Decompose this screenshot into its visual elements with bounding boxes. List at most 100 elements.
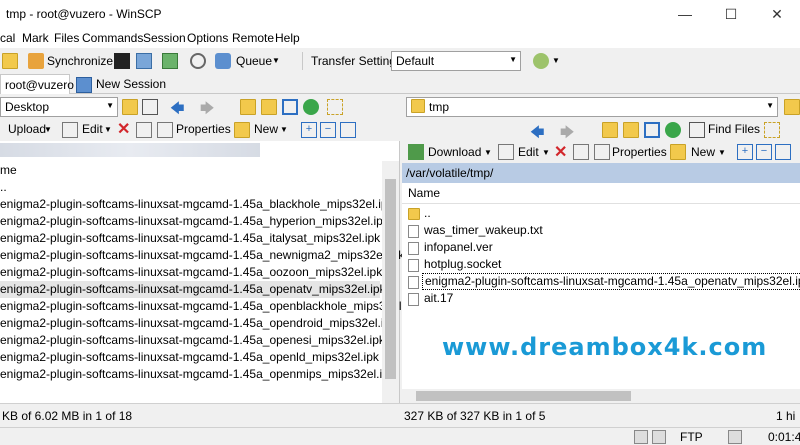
filter-icon[interactable] — [142, 99, 158, 115]
select-filter-icon[interactable] — [775, 144, 791, 160]
download-icon[interactable] — [408, 144, 424, 160]
left-scrollbar[interactable] — [382, 161, 399, 403]
open-folder-icon[interactable] — [122, 99, 138, 115]
properties-button[interactable]: Properties — [176, 122, 231, 136]
tab-session[interactable]: root@vuzero — [0, 74, 74, 94]
find-files-button[interactable]: Find Files — [708, 122, 760, 136]
download-button[interactable]: Download — [428, 145, 481, 159]
list-item-focused[interactable]: enigma2-plugin-softcams-linuxsat-mgcamd-… — [422, 273, 800, 290]
properties-icon[interactable] — [157, 122, 173, 138]
menu-session[interactable]: Session — [143, 31, 186, 45]
list-item[interactable]: ait.17 — [424, 290, 453, 307]
tab-new-session[interactable]: New Session — [96, 77, 166, 91]
left-column-header[interactable]: me — [0, 162, 380, 179]
menu-help[interactable]: Help — [275, 31, 300, 45]
rename-icon[interactable] — [136, 122, 152, 138]
maximize-icon[interactable]: ☐ — [708, 0, 754, 28]
edit-dropdown-icon[interactable]: ▼ — [104, 125, 112, 134]
list-item-selected[interactable]: enigma2-plugin-softcams-linuxsat-mgcamd-… — [0, 281, 386, 298]
list-item[interactable]: hotplug.socket — [424, 256, 501, 273]
console-icon[interactable] — [114, 53, 130, 69]
menu-options[interactable]: Options — [187, 31, 228, 45]
delete-icon[interactable]: ✕ — [554, 142, 567, 162]
tree-icon[interactable] — [327, 99, 343, 115]
edit-icon[interactable] — [498, 144, 514, 160]
find-icon[interactable] — [689, 122, 705, 138]
home-icon[interactable] — [282, 99, 298, 115]
synchronize-button[interactable]: Synchronize — [47, 54, 113, 68]
compare-icon[interactable] — [162, 53, 178, 69]
queue-dropdown-icon[interactable]: ▼ — [272, 56, 280, 65]
open-folder-icon[interactable] — [784, 99, 800, 115]
folder-icon[interactable] — [2, 53, 18, 69]
rename-icon[interactable] — [573, 144, 589, 160]
download-dropdown-icon[interactable]: ▼ — [484, 148, 492, 157]
list-item[interactable]: enigma2-plugin-softcams-linuxsat-mgcamd-… — [0, 298, 420, 315]
queue-button[interactable]: Queue — [236, 54, 272, 68]
new-dropdown-icon[interactable]: ▼ — [718, 148, 726, 157]
plus-icon[interactable]: + — [737, 144, 753, 160]
menu-commands[interactable]: Commands — [82, 31, 143, 45]
edit-dropdown-icon[interactable]: ▼ — [542, 148, 550, 157]
list-item[interactable]: enigma2-plugin-softcams-linuxsat-mgcamd-… — [0, 366, 395, 383]
right-column-header[interactable]: Name — [408, 185, 440, 202]
list-item[interactable]: .. — [424, 205, 431, 222]
putty-icon[interactable] — [136, 53, 152, 69]
edit-icon[interactable] — [62, 122, 78, 138]
new-session-icon[interactable] — [76, 77, 92, 93]
edit-button[interactable]: Edit — [82, 122, 103, 136]
upload-button[interactable]: Upload — [8, 122, 46, 136]
select-filter-icon[interactable] — [340, 122, 356, 138]
root-folder-icon[interactable] — [623, 122, 639, 138]
root-folder-icon[interactable] — [261, 99, 277, 115]
menu-files[interactable]: Files — [54, 31, 79, 45]
left-path-select[interactable]: Desktop ▼ — [0, 97, 118, 117]
new-folder-icon[interactable] — [670, 144, 686, 160]
minus-icon[interactable]: − — [756, 144, 772, 160]
queue-icon[interactable] — [215, 53, 231, 69]
new-folder-icon[interactable] — [234, 122, 250, 138]
sync-icon[interactable] — [28, 53, 44, 69]
close-icon[interactable]: ✕ — [754, 0, 800, 28]
list-item[interactable]: enigma2-plugin-softcams-linuxsat-mgcamd-… — [0, 315, 396, 332]
globe-dropdown-icon[interactable]: ▼ — [552, 56, 560, 65]
edit-button[interactable]: Edit — [518, 145, 539, 159]
delete-icon[interactable]: ✕ — [117, 119, 130, 139]
plus-icon[interactable]: + — [301, 122, 317, 138]
minimize-icon[interactable]: — — [662, 0, 708, 28]
list-item[interactable]: enigma2-plugin-softcams-linuxsat-mgcamd-… — [0, 264, 382, 281]
list-item[interactable]: enigma2-plugin-softcams-linuxsat-mgcamd-… — [0, 230, 380, 247]
refresh-icon[interactable] — [303, 99, 319, 115]
tree-icon[interactable] — [764, 122, 780, 138]
new-dropdown-icon[interactable]: ▼ — [280, 125, 288, 134]
properties-button[interactable]: Properties — [612, 145, 667, 159]
minus-icon[interactable]: − — [320, 122, 336, 138]
list-item[interactable]: was_timer_wakeup.txt — [424, 222, 543, 239]
left-scroll-thumb[interactable] — [385, 179, 396, 379]
home-icon[interactable] — [644, 122, 660, 138]
properties-icon[interactable] — [594, 144, 610, 160]
globe-icon[interactable] — [533, 53, 549, 69]
list-item[interactable]: .. — [0, 179, 7, 196]
transfer-settings-select[interactable]: Default ▼ — [391, 51, 521, 71]
list-item[interactable]: enigma2-plugin-softcams-linuxsat-mgcamd-… — [0, 247, 404, 264]
new-button[interactable]: New — [691, 145, 715, 159]
list-item[interactable]: enigma2-plugin-softcams-linuxsat-mgcamd-… — [0, 332, 385, 349]
upload-dropdown-icon[interactable]: ▼ — [44, 125, 52, 134]
refresh-icon[interactable] — [665, 122, 681, 138]
menu-mark[interactable]: Mark — [22, 31, 49, 45]
right-h-scrollbar[interactable] — [402, 389, 800, 403]
gear-icon[interactable] — [190, 53, 206, 69]
new-button[interactable]: New — [254, 122, 278, 136]
list-item[interactable]: infopanel.ver — [424, 239, 493, 256]
right-h-scroll-thumb[interactable] — [416, 391, 631, 401]
list-item[interactable]: enigma2-plugin-softcams-linuxsat-mgcamd-… — [0, 213, 389, 230]
menu-local[interactable]: cal — [0, 31, 15, 45]
right-toolbar: Download ▼ Edit ▼ ✕ Properties New ▼ + − — [402, 141, 800, 163]
list-item[interactable]: enigma2-plugin-softcams-linuxsat-mgcamd-… — [0, 196, 394, 213]
list-item[interactable]: enigma2-plugin-softcams-linuxsat-mgcamd-… — [0, 349, 379, 366]
menu-remote[interactable]: Remote — [232, 31, 274, 45]
parent-folder-icon[interactable] — [240, 99, 256, 115]
right-path-select[interactable]: tmp ▼ — [406, 97, 778, 117]
parent-folder-icon[interactable] — [602, 122, 618, 138]
